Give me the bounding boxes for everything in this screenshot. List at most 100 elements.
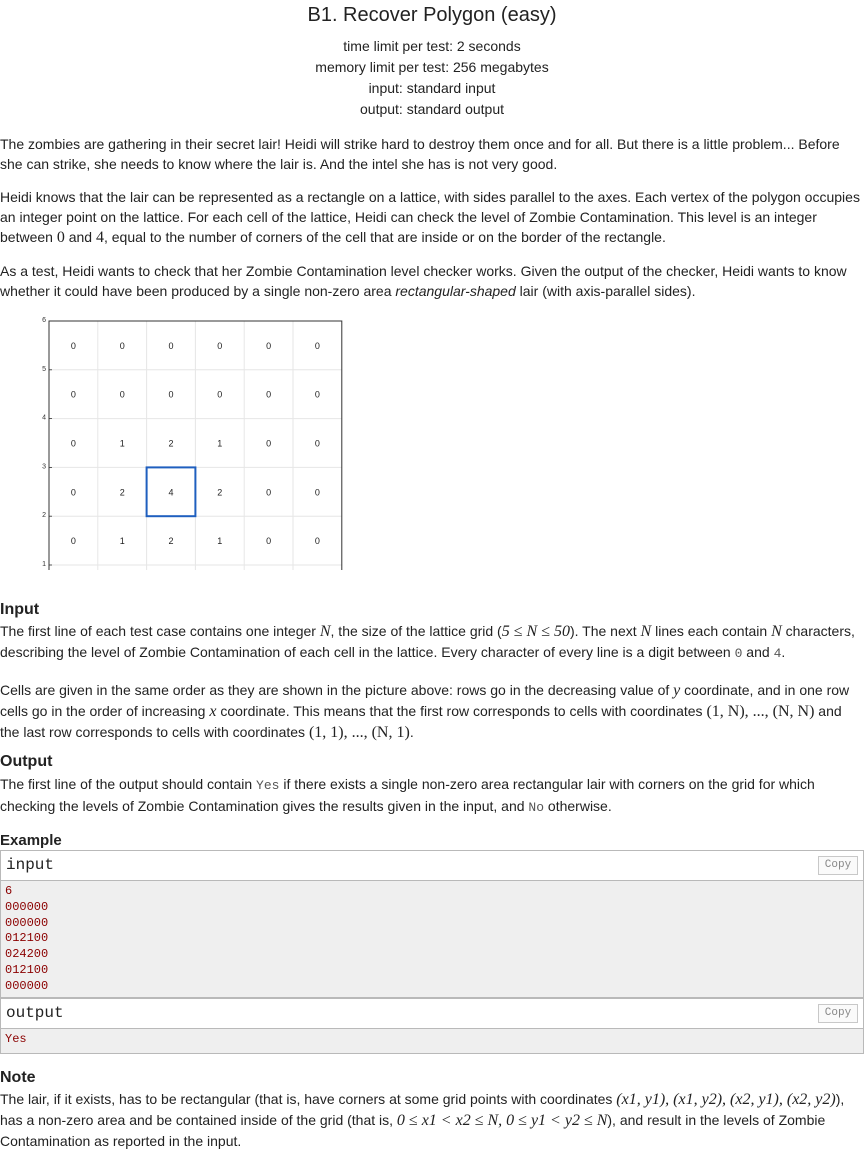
cell-value: 1: [217, 536, 222, 546]
text-span: , equal to the number of corners of the …: [103, 229, 666, 245]
input-paragraph-2: Cells are given in the same order as the…: [0, 680, 864, 743]
text-span: and: [742, 644, 774, 660]
math-four: 4: [95, 229, 104, 246]
text-span: ). The next: [569, 623, 641, 639]
cell-value: 0: [315, 390, 320, 400]
cell-value: 0: [315, 341, 320, 351]
code-yes: Yes: [256, 778, 280, 793]
sample-input-header: input Copy: [1, 851, 863, 881]
cell-value: 0: [71, 390, 76, 400]
sample-input: input Copy 6 000000 000000 012100 024200 0121…: [0, 850, 864, 998]
input-section: Input The first line of each test case c…: [0, 601, 864, 743]
math-n: N: [319, 623, 331, 640]
math-n: N: [640, 623, 652, 640]
text-span: The first line of each test case contain…: [0, 623, 320, 639]
cell-value: 4: [168, 487, 173, 497]
memory-limit: memory limit per test: 256 megabytes: [315, 59, 549, 75]
math-last-row: (1, 1), ..., (N, 1): [308, 724, 410, 741]
emphasis-text: rectangular-shaped: [395, 283, 516, 299]
code-no: No: [528, 800, 545, 815]
math-range: 5 ≤ N ≤ 50: [501, 623, 570, 640]
cell-value: 2: [168, 536, 173, 546]
sample-input-line: 024200: [5, 947, 49, 962]
cell-value: 2: [168, 439, 173, 449]
sample-input-body: 6 000000 000000 012100 024200 012100 000000: [1, 881, 863, 997]
cell-value: 0: [71, 536, 76, 546]
output-section: Output The first line of the output shou…: [0, 753, 864, 818]
copy-output-button[interactable]: Copy: [818, 1004, 858, 1023]
time-limit: time limit per test: 2 seconds: [343, 38, 521, 54]
sample-input-line: 000000: [5, 899, 49, 914]
note-section: Note The lair, if it exists, has to be r…: [0, 1069, 864, 1151]
sample-input-label: input: [6, 856, 55, 874]
y-tick-label: 3: [42, 463, 46, 470]
problem-header: B1. Recover Polygon (easy) time limit pe…: [0, 4, 864, 120]
cell-value: 0: [266, 390, 271, 400]
math-first-row: (1, N), ..., (N, N): [706, 703, 815, 720]
lattice-chart: 0123456012345600000000000001210002420001…: [42, 317, 344, 625]
cell-value: 0: [168, 390, 173, 400]
note-paragraph: The lair, if it exists, has to be rectan…: [0, 1089, 864, 1151]
cell-value: 0: [315, 487, 320, 497]
lattice-figure: 0123456012345600000000000001210002420001…: [30, 314, 360, 625]
legend-paragraph-3: As a test, Heidi wants to check that her…: [0, 261, 864, 301]
text-span: lair (with axis-parallel sides).: [515, 283, 696, 299]
text-span: coordinate. This means that the first ro…: [216, 703, 707, 719]
sample-output-header: output Copy: [1, 999, 863, 1029]
text-span: lines each contain: [651, 623, 772, 639]
cell-value: 0: [217, 341, 222, 351]
cell-value: 0: [71, 341, 76, 351]
example-title: Example: [0, 832, 62, 849]
cell-value: 0: [71, 439, 76, 449]
output-title: Output: [0, 753, 53, 770]
legend-paragraph-1: The zombies are gathering in their secre…: [0, 136, 840, 172]
cell-value: 0: [315, 439, 320, 449]
text-span: , the size of the lattice grid (: [330, 623, 502, 639]
text-span: .: [409, 724, 414, 740]
math-n: N: [771, 623, 782, 640]
text-span: otherwise.: [544, 798, 612, 814]
note-title: Note: [0, 1069, 36, 1086]
cell-value: 0: [120, 341, 125, 351]
text-span: The lair, if it exists, has to be rectan…: [0, 1091, 617, 1107]
cell-value: 0: [168, 341, 173, 351]
y-tick-label: 2: [42, 512, 46, 519]
input-paragraph-1: The first line of each test case contain…: [0, 621, 864, 664]
y-tick-label: 1: [42, 561, 46, 568]
cell-value: 0: [266, 439, 271, 449]
cell-value: 0: [266, 536, 271, 546]
cell-value: 0: [120, 390, 125, 400]
y-tick-label: 6: [42, 317, 46, 324]
text-span: Cells are given in the same order as the…: [0, 682, 674, 698]
y-tick-label: 5: [42, 366, 46, 373]
sample-output-body: Yes: [1, 1029, 863, 1053]
input-title: Input: [0, 601, 40, 618]
math-zero: 0: [56, 229, 65, 246]
sample-input-line: 012100: [5, 931, 49, 946]
math-condition: 0 ≤ x1 < x2 ≤ N, 0 ≤ y1 < y2 ≤ N: [396, 1112, 608, 1129]
cell-value: 0: [71, 487, 76, 497]
sample-input-line: 012100: [5, 962, 49, 977]
sample-input-line: 000000: [5, 978, 49, 993]
cell-value: 1: [120, 439, 125, 449]
math-corners: (x1, y1), (x1, y2), (x2, y1), (x2, y2): [616, 1091, 836, 1108]
sample-input-line: 000000: [5, 915, 49, 930]
output-paragraph: The first line of the output should cont…: [0, 774, 864, 818]
text-span: .: [781, 644, 786, 660]
sample-input-line: 6: [5, 884, 13, 898]
cell-value: 1: [120, 536, 125, 546]
cell-value: 2: [120, 487, 125, 497]
output-file: output: standard output: [360, 101, 504, 117]
sample-output-label: output: [6, 1004, 64, 1022]
legend-paragraph-2: Heidi knows that the lair can be represe…: [0, 187, 864, 248]
cell-value: 0: [266, 487, 271, 497]
cell-value: 1: [217, 439, 222, 449]
text-span: The first line of the output should cont…: [0, 776, 257, 792]
cell-value: 2: [217, 487, 222, 497]
cell-value: 0: [217, 390, 222, 400]
y-tick-label: 4: [42, 415, 46, 422]
cell-value: 0: [266, 341, 271, 351]
copy-input-button[interactable]: Copy: [818, 856, 858, 875]
cell-value: 0: [315, 536, 320, 546]
input-file: input: standard input: [368, 80, 496, 96]
